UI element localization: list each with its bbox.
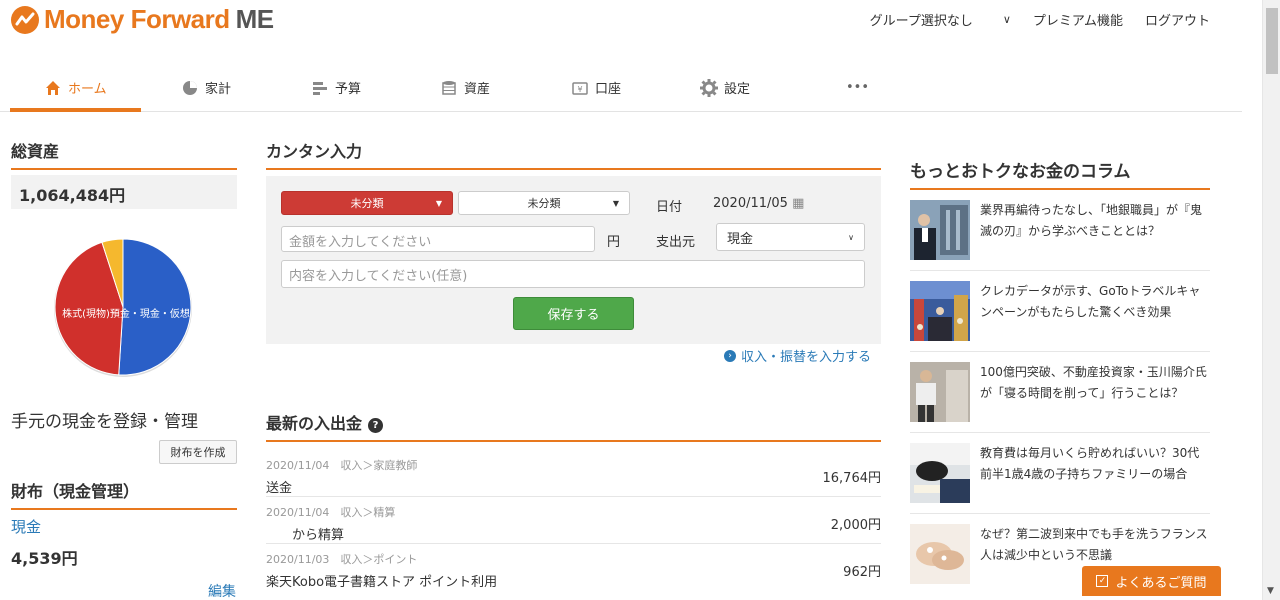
- transaction-row[interactable]: 2020/11/04 収入＞家庭教師 送金 16,764円: [266, 451, 881, 497]
- tab-more[interactable]: •••: [846, 64, 869, 111]
- tab-accounts[interactable]: ¥ 口座: [571, 64, 621, 111]
- logo[interactable]: Money Forward ME: [10, 4, 274, 35]
- article-thumbnail: [910, 362, 970, 422]
- category-main-select[interactable]: 未分類 ▼: [281, 191, 453, 215]
- save-button[interactable]: 保存する: [513, 297, 634, 330]
- category-sub-select[interactable]: 未分類 ▼: [458, 191, 630, 215]
- transaction-row[interactable]: 2020/11/03 収入＞ポイント 楽天Kobo電子書籍ストア ポイント利用 …: [266, 545, 881, 591]
- budget-icon: [311, 79, 329, 97]
- quick-input-heading: カンタン入力: [266, 138, 881, 170]
- more-icon: •••: [846, 80, 870, 95]
- calendar-icon[interactable]: ▦: [792, 196, 804, 211]
- tab-settings[interactable]: 設定: [700, 64, 750, 111]
- cash-value: 4,539円: [11, 549, 78, 568]
- faq-button[interactable]: ✓ よくあるご質問: [1082, 566, 1221, 596]
- coins-icon: [440, 79, 458, 97]
- memo-input[interactable]: 内容を入力してください(任意): [281, 260, 865, 288]
- edit-link[interactable]: 編集: [208, 581, 236, 600]
- source-select[interactable]: 現金 ∨: [716, 223, 865, 251]
- wallet-heading: 財布（現金管理）: [11, 478, 237, 510]
- article-thumbnail: [910, 524, 970, 584]
- source-label: 支出元: [656, 235, 696, 250]
- column-article[interactable]: 100億円突破、不動産投資家・玉川陽介氏が「寝る時間を削って」行うことは？: [910, 352, 1210, 433]
- pie-chart-icon: [181, 79, 199, 97]
- active-tab-indicator: [10, 108, 141, 112]
- cash-manage-text: 手元の現金を登録・管理: [11, 412, 198, 432]
- gear-icon: [700, 78, 718, 97]
- amount-input[interactable]: 金額を入力してください: [281, 226, 595, 252]
- date-label: 日付: [656, 200, 683, 215]
- column-article[interactable]: 教育費は毎月いくら貯めればいい？30代前半1歳4歳の子持ちファミリーの場合: [910, 433, 1210, 514]
- vertical-scrollbar[interactable]: ▼: [1262, 0, 1280, 600]
- tab-home[interactable]: ホーム: [44, 64, 107, 111]
- transaction-row[interactable]: 2020/11/04 収入＞精算 から精算 2,000円: [266, 498, 881, 544]
- home-icon: [44, 79, 62, 97]
- group-select[interactable]: グループ選択なし: [870, 10, 973, 29]
- main-nav: ホーム 家計 予算 資産 ¥ 口座 設定 •••: [0, 64, 1242, 112]
- check-icon: ✓: [1096, 575, 1109, 587]
- svg-text:¥: ¥: [577, 85, 582, 94]
- cash-link[interactable]: 現金: [11, 516, 41, 537]
- recent-heading: 最新の入出金?: [266, 410, 881, 442]
- caret-down-icon: ▼: [435, 198, 442, 208]
- column-article[interactable]: クレカデータが示す、GoToトラベルキャンペーンがもたらした驚くべき効果: [910, 271, 1210, 352]
- tab-budget[interactable]: 予算: [311, 64, 361, 111]
- header-links: グループ選択なし ∨ プレミアム機能 ログアウト: [848, 10, 1210, 29]
- logo-text: Money Forward ME: [44, 4, 274, 34]
- total-assets-heading: 総資産: [11, 138, 237, 170]
- columns-heading: もっとおトクなお金のコラム: [910, 157, 1210, 190]
- column-article[interactable]: 業界再編待ったなし、「地銀職員」が『鬼滅の刃』から学ぶべきこととは？: [910, 190, 1210, 271]
- article-thumbnail: [910, 200, 970, 260]
- help-icon[interactable]: ?: [368, 418, 384, 433]
- premium-link[interactable]: プレミアム機能: [1033, 10, 1123, 29]
- create-wallet-button[interactable]: 財布を作成: [159, 440, 237, 464]
- caret-down-icon: ▼: [612, 198, 619, 208]
- arrow-right-circle-icon: ›: [724, 349, 736, 362]
- article-thumbnail: [910, 281, 970, 341]
- money-forward-logo-icon: [11, 5, 39, 34]
- yen-label: 円: [607, 235, 621, 250]
- chevron-down-icon[interactable]: ∨: [1003, 13, 1011, 26]
- wallet-icon: ¥: [571, 79, 589, 97]
- total-assets-value: 1,064,484円: [11, 175, 237, 209]
- pie-label: 株式(現物)預金・現金・仮想: [62, 309, 190, 320]
- date-value[interactable]: 2020/11/05 ▦: [713, 196, 804, 211]
- article-thumbnail: [910, 443, 970, 503]
- income-transfer-link[interactable]: › 収入・振替を入力する: [724, 346, 871, 365]
- tab-household[interactable]: 家計: [181, 64, 231, 111]
- logout-link[interactable]: ログアウト: [1145, 10, 1210, 29]
- page: Money Forward ME グループ選択なし ∨ プレミアム機能 ログアウト…: [0, 0, 1280, 600]
- tab-assets[interactable]: 資産: [440, 64, 490, 111]
- chevron-down-icon: ∨: [848, 232, 854, 242]
- scrollbar-thumb[interactable]: [1266, 8, 1278, 74]
- scroll-down-arrow-icon[interactable]: ▼: [1267, 586, 1274, 596]
